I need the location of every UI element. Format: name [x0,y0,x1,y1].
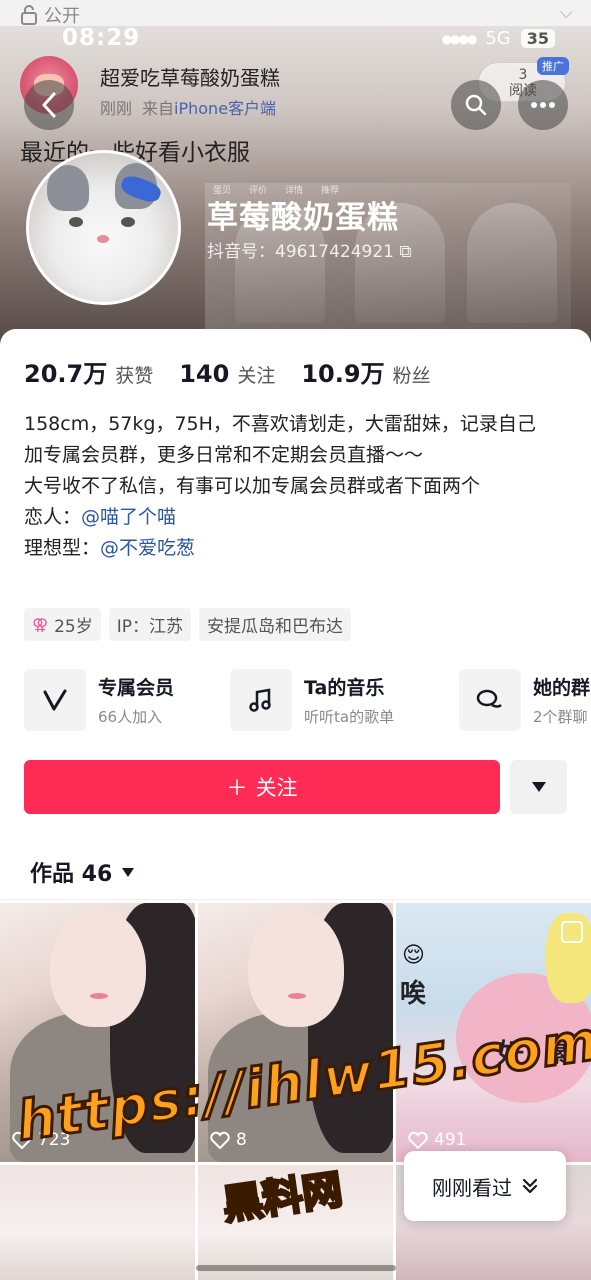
network-type: 5G [485,28,511,49]
mention-link[interactable]: @喵了个喵 [81,506,176,528]
more-options-button[interactable] [518,80,568,130]
follow-button[interactable]: ＋ 关注 [24,760,500,814]
bio-line: 恋人：@喵了个喵 [24,502,569,533]
female-icon: ⚢ [32,615,49,634]
bio-line: 加专属会员群，更多日常和不定期会员直播～～ [24,444,424,466]
post-time: 刚刚 [100,99,133,118]
divider [0,899,591,900]
bio-line: 理想型：@不爱吃葱 [24,533,569,564]
recommend-toggle-button[interactable] [510,760,567,814]
battery-level: 35 [520,29,555,48]
home-indicator[interactable] [196,1265,396,1271]
entry-subtitle: 听听ta的歌单 [304,708,395,726]
works-label: 作品 46 [30,862,113,887]
chevron-down-icon[interactable]: ⌵ [559,2,573,23]
profile-stats: 20.7万 获赞 140 关注 10.9万 粉丝 [24,354,431,389]
copy-icon: ⧉ [399,242,412,262]
post-from-prefix: 来自 [142,99,175,118]
plus-icon: ＋ [226,776,248,800]
like-value: 8 [236,1130,247,1150]
age-tag: ⚢ 25岁 [24,608,101,641]
entry-subtitle: 66人加入 [98,708,163,726]
stat-value: 10.9万 [301,360,385,388]
status-time: 08:29 [62,25,141,51]
stat-label: 关注 [237,365,276,387]
bio-ideal-label: 理想型： [24,537,101,559]
lock-icon [21,5,37,25]
profile-avatar[interactable] [26,150,181,305]
heart-icon [408,1131,428,1149]
follow-label: 关注 [255,776,298,800]
stat-likes[interactable]: 20.7万 获赞 [24,354,153,389]
entry-subtitle: 2个群聊 [533,708,588,726]
like-count: 491 [408,1130,466,1150]
bio-line: 158cm，57kg，75H，不喜欢请划走，大雷甜妹，记录自己 [24,413,536,435]
recently-viewed-button[interactable]: 刚刚看过 [404,1151,566,1221]
recent-label: 刚刚看过 [432,1175,512,1200]
douyin-id-text: 抖音号：49617424921 [207,242,394,262]
signal-icon: ●●●● [441,31,477,46]
music-note-icon [230,669,292,731]
clothing-image [467,203,557,323]
back-button[interactable] [24,80,74,130]
bio-lover-label: 恋人： [24,506,82,528]
mention-link[interactable]: @不爱吃葱 [100,537,195,559]
stat-following[interactable]: 140 关注 [179,360,275,388]
entry-title: 她的群 [533,677,591,699]
more-dots-icon [531,102,555,108]
post-meta: 刚刚 来自iPhone客户端 [100,95,276,119]
tab-works[interactable]: 作品 46 [30,856,135,888]
video-tile[interactable] [0,1165,195,1280]
profile-nickname: 草莓酸奶蛋糕 [207,200,399,236]
search-icon [465,94,487,116]
promo-badge[interactable]: 推广 [537,57,569,75]
comic-text: 唉 [400,979,427,1009]
search-button[interactable] [451,80,501,130]
ip-tag: IP：江苏 [108,608,191,641]
entry-title: 专属会员 [98,677,175,699]
profile-tags: ⚢ 25岁 IP：江苏 安提瓜岛和巴布达 [24,608,351,641]
stat-label: 获赞 [115,365,154,387]
visibility-strip [0,0,591,26]
chevron-left-icon [42,92,56,118]
double-chevron-down-icon [522,1178,538,1194]
select-checkbox[interactable] [561,921,583,943]
entry-music[interactable]: Ta的音乐听听ta的歌单 [230,669,394,731]
age-text: 25岁 [54,617,93,637]
entry-title: Ta的音乐 [304,677,385,699]
emoji-face-icon: 😌 [402,943,425,968]
bio-line: 大号收不了私信，有事可以加专属会员群或者下面两个 [24,475,481,497]
triangle-down-icon [122,867,135,877]
stat-label: 粉丝 [392,365,431,387]
like-count: 8 [210,1130,247,1150]
location-tag: 安提瓜岛和巴布达 [198,608,351,641]
like-value: 491 [434,1130,467,1150]
post-author-name[interactable]: 超爱吃草莓酸奶蛋糕 [100,62,280,91]
entry-group[interactable]: 她的群 2个群聊 [459,669,590,731]
entry-membership[interactable]: 专属会员 66人加入 [24,669,174,731]
stat-value: 20.7万 [24,360,108,388]
v-icon [24,669,86,731]
feature-entries: 专属会员 66人加入 Ta的音乐听听ta的歌单 她的群 2个群聊 [24,669,591,731]
douyin-id[interactable]: 抖音号：49617424921 ⧉ [207,237,412,262]
status-indicators: ●●●● 5G 35 [441,28,555,49]
heart-icon [210,1131,230,1149]
stat-followers[interactable]: 10.9万 粉丝 [301,354,430,389]
post-client[interactable]: iPhone客户端 [174,99,276,118]
profile-bio: 158cm，57kg，75H，不喜欢请划走，大雷甜妹，记录自己 加专属会员群，更… [24,409,569,564]
triangle-down-icon [531,782,546,792]
chat-group-icon [459,669,521,731]
stat-value: 140 [179,360,230,388]
